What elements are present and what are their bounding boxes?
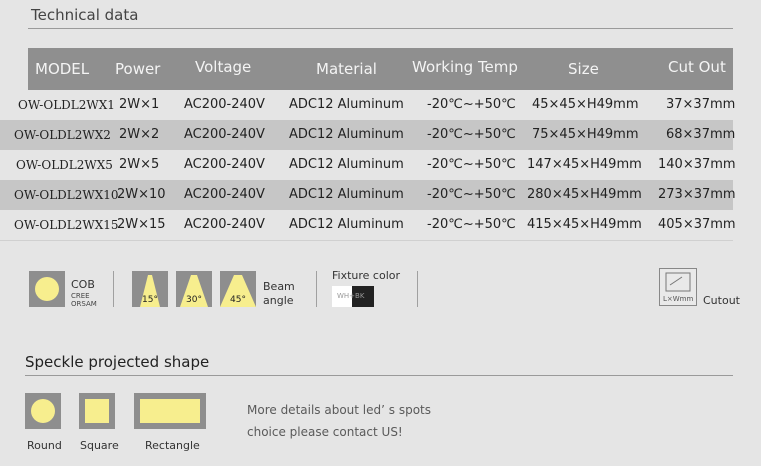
cell-working-temp: -20℃~+50℃ — [427, 97, 516, 112]
beam-label-line2: angle — [263, 294, 294, 307]
info-line-1: More details about led’ s spots — [247, 403, 431, 417]
cob-sub2: ORSAM — [71, 300, 97, 308]
cell-working-temp: -20℃~+50℃ — [427, 127, 516, 142]
cell-model: OW-OLDL2WX10 — [14, 188, 119, 202]
info-line-2: choice please contact US! — [247, 425, 403, 439]
table-body: OW-OLDL2WX1 2W×1 AC200-240V ADC12 Alumin… — [0, 90, 736, 242]
cob-sub1: CREE — [71, 292, 90, 300]
beam-angle-label: 15° — [142, 295, 158, 305]
beam-30-icon: 30° — [176, 271, 212, 307]
cell-working-temp: -20℃~+50℃ — [427, 217, 516, 232]
beam-15-icon: 15° — [132, 271, 168, 307]
cutout-icon-text: L×Wmm — [663, 295, 694, 303]
cell-material: ADC12 Aluminum — [289, 217, 404, 232]
cell-power: 2W×2 — [119, 127, 160, 142]
cell-cut-out: 405×37mm — [658, 217, 736, 232]
divider — [417, 271, 418, 307]
beam-angle-label: 30° — [186, 295, 202, 305]
table-row: OW-OLDL2WX5 2W×5 AC200-240V ADC12 Alumin… — [0, 150, 736, 180]
table-row: OW-OLDL2WX2 2W×2 AC200-240V ADC12 Alumin… — [0, 120, 736, 150]
cell-working-temp: -20℃~+50℃ — [427, 187, 516, 202]
beam-label-line1: Beam — [263, 280, 295, 293]
table-row: OW-OLDL2WX15 2W×15 AC200-240V ADC12 Alum… — [0, 210, 736, 240]
cell-voltage: AC200-240V — [184, 97, 265, 112]
cell-material: ADC12 Aluminum — [289, 127, 404, 142]
speckle-title: Speckle projected shape — [25, 353, 210, 371]
cell-model: OW-OLDL2WX15 — [14, 218, 119, 232]
divider — [113, 271, 114, 307]
cell-cut-out: 140×37mm — [658, 157, 736, 172]
header-size: Size — [568, 60, 599, 78]
cell-working-temp: -20℃~+50℃ — [427, 157, 516, 172]
cell-material: ADC12 Aluminum — [289, 97, 404, 112]
cell-cut-out: 273×37mm — [658, 187, 736, 202]
rectangle-shape-icon — [134, 393, 206, 429]
cell-model: OW-OLDL2WX2 — [14, 128, 111, 142]
cell-size: 45×45×H49mm — [532, 97, 639, 112]
cell-cut-out: 68×37mm — [666, 127, 736, 142]
speckle-divider — [25, 375, 733, 376]
cell-voltage: AC200-240V — [184, 217, 265, 232]
cell-size: 280×45×H49mm — [527, 187, 642, 202]
cell-material: ADC12 Aluminum — [289, 187, 404, 202]
cell-voltage: AC200-240V — [184, 187, 265, 202]
header-model: MODEL — [35, 60, 90, 78]
swatch-text: WH+BK — [337, 292, 365, 300]
cutout-icon: L×Wmm — [659, 268, 697, 306]
section-title: Technical data — [31, 6, 139, 24]
cell-size: 415×45×H49mm — [527, 217, 642, 232]
header-working-temp: Working Temp — [412, 58, 518, 76]
cell-cut-out: 37×37mm — [666, 97, 736, 112]
cell-power: 2W×10 — [117, 187, 166, 202]
header-voltage: Voltage — [195, 58, 252, 76]
cob-label: COB — [71, 278, 95, 291]
fixture-color-label: Fixture color — [332, 269, 401, 282]
header-cut-out: Cut Out — [668, 58, 726, 76]
rectangle-label: Rectangle — [145, 439, 200, 452]
beam-45-icon: 45° — [220, 271, 256, 307]
cell-voltage: AC200-240V — [184, 157, 265, 172]
square-label: Square — [80, 439, 119, 452]
square-shape-icon — [79, 393, 115, 429]
divider — [316, 271, 317, 307]
cell-power: 2W×1 — [119, 97, 160, 112]
round-label: Round — [27, 439, 62, 452]
table-header: MODEL Power Voltage Material Working Tem… — [28, 48, 733, 90]
cell-size: 75×45×H49mm — [532, 127, 639, 142]
cell-material: ADC12 Aluminum — [289, 157, 404, 172]
cutout-label: Cutout — [703, 294, 740, 307]
cell-size: 147×45×H49mm — [527, 157, 642, 172]
table-bottom-line — [0, 240, 733, 241]
header-material: Material — [316, 60, 377, 78]
cob-icon — [29, 271, 65, 307]
cell-voltage: AC200-240V — [184, 127, 265, 142]
cell-model: OW-OLDL2WX5 — [16, 158, 113, 172]
round-shape-icon — [25, 393, 61, 429]
cell-model: OW-OLDL2WX1 — [18, 98, 115, 112]
header-power: Power — [115, 60, 161, 78]
title-divider — [28, 28, 733, 29]
beam-angle-label: 45° — [230, 295, 246, 305]
table-row: OW-OLDL2WX10 2W×10 AC200-240V ADC12 Alum… — [0, 180, 736, 210]
table-row: OW-OLDL2WX1 2W×1 AC200-240V ADC12 Alumin… — [0, 90, 736, 120]
cell-power: 2W×15 — [117, 217, 166, 232]
cell-power: 2W×5 — [119, 157, 160, 172]
